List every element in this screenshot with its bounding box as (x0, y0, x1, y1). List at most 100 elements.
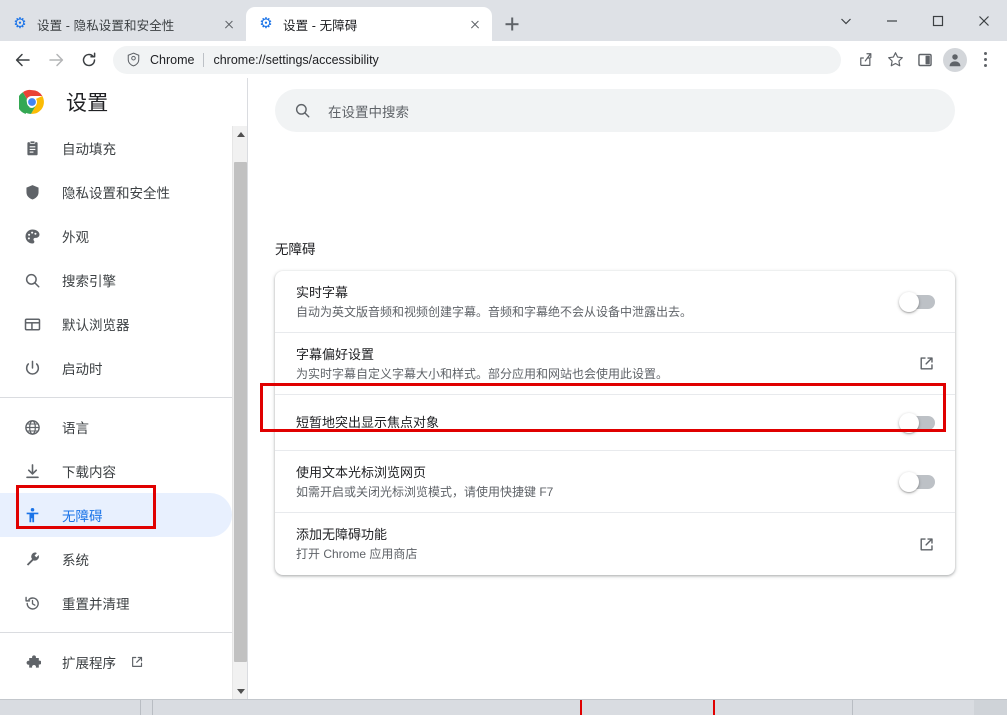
row-text: 短暂地突出显示焦点对象 (296, 402, 885, 443)
sidebar-item-label: 语言 (62, 421, 89, 436)
row-control (899, 471, 935, 492)
setting-row-highlight-focus[interactable]: 短暂地突出显示焦点对象 (275, 395, 955, 451)
star-icon[interactable] (881, 46, 909, 74)
sidebar-scrollbar[interactable] (232, 126, 247, 699)
live-caption-toggle[interactable] (899, 291, 935, 312)
forward-button[interactable] (41, 45, 71, 75)
account-avatar-icon (943, 47, 967, 72)
page-title: 设置 (66, 92, 109, 115)
omnibox-chip-label: Chrome (150, 52, 195, 67)
sidebar-item-appearance[interactable]: 外观 (0, 214, 232, 258)
setting-row-caret-browsing[interactable]: 使用文本光标浏览网页 如需开启或关闭光标浏览模式，请使用快捷键 F7 (275, 451, 955, 513)
tab-close-icon[interactable] (220, 15, 238, 33)
scrollbar-thumb[interactable] (234, 162, 247, 662)
row-title: 使用文本光标浏览网页 (296, 464, 427, 480)
sidebar-item-accessibility[interactable]: 无障碍 (0, 493, 232, 537)
browser-window: ⚙ 设置 - 隐私设置和安全性 ⚙ 设置 - 无障碍 Chrome chrome… (0, 0, 1007, 715)
three-dots-icon (983, 52, 987, 67)
row-control (917, 535, 935, 553)
chrome-logo (17, 89, 45, 115)
sidebar-item-label: 自动填充 (62, 142, 116, 157)
palette-icon (22, 226, 42, 246)
row-title: 实时字幕 (296, 284, 349, 300)
sidebar-item-label: 重置并清理 (62, 597, 130, 612)
row-text: 字幕偏好设置 为实时字幕自定义字幕大小和样式。部分应用和网站也会使用此设置。 (296, 334, 901, 394)
tab-0[interactable]: ⚙ 设置 - 隐私设置和安全性 (0, 7, 246, 41)
tab-strip: ⚙ 设置 - 隐私设置和安全性 ⚙ 设置 - 无障碍 (0, 0, 1007, 41)
row-control (899, 291, 935, 312)
open-in-new-icon[interactable] (917, 355, 935, 373)
search-icon (22, 270, 42, 290)
row-subtitle: 打开 Chrome 应用商店 (296, 547, 418, 561)
toggle-knob (899, 471, 919, 492)
profile-button[interactable] (941, 46, 969, 74)
reload-button[interactable] (74, 45, 104, 75)
back-button[interactable] (8, 45, 38, 75)
row-text: 使用文本光标浏览网页 如需开启或关闭光标浏览模式，请使用快捷键 F7 (296, 452, 885, 512)
search-settings-input[interactable]: 在设置中搜索 (275, 89, 955, 132)
side-panel-icon[interactable] (911, 46, 939, 74)
sidebar-item-search-engine[interactable]: 搜索引擎 (0, 258, 232, 302)
shield-icon (22, 182, 42, 202)
tab-title: 设置 - 隐私设置和安全性 (37, 18, 175, 33)
browser-toolbar: Chrome chrome://settings/accessibility (0, 41, 1007, 78)
open-in-new-icon[interactable] (917, 535, 935, 553)
sidebar-divider-1 (0, 397, 232, 398)
taskbar-tray (974, 700, 1007, 715)
sidebar-item-label: 无障碍 (62, 509, 103, 524)
section-heading: 无障碍 (275, 242, 316, 257)
settings-gear-icon: ⚙ (259, 15, 273, 32)
globe-icon (22, 417, 42, 437)
history-restore-icon (22, 593, 42, 613)
setting-row-caption-preferences[interactable]: 字幕偏好设置 为实时字幕自定义字幕大小和样式。部分应用和网站也会使用此设置。 (275, 333, 955, 395)
search-icon (293, 102, 311, 120)
sidebar-item-system[interactable]: 系统 (0, 537, 232, 581)
maximize-button[interactable] (915, 5, 961, 37)
close-button[interactable] (961, 5, 1007, 37)
setting-row-add-accessibility-features[interactable]: 添加无障碍功能 打开 Chrome 应用商店 (275, 513, 955, 575)
download-icon (22, 461, 42, 481)
toggle-knob (899, 291, 919, 312)
settings-page: 设置 自动填充 隐私设置和安全性 外观 搜索引擎 默认浏览器 启动时 语言 下载… (0, 78, 1007, 699)
new-tab-button[interactable] (498, 10, 526, 38)
caret-browsing-toggle[interactable] (899, 471, 935, 492)
setting-row-live-caption[interactable]: 实时字幕 自动为英文版音频和视频创建字幕。音频和字幕绝不会从设备中泄露出去。 (275, 271, 955, 333)
tab-search-button[interactable] (823, 5, 869, 37)
minimize-button[interactable] (869, 5, 915, 37)
sidebar-item-extensions[interactable]: 扩展程序 (0, 640, 232, 684)
row-title: 短暂地突出显示焦点对象 (296, 415, 440, 430)
sidebar-item-on-startup[interactable]: 启动时 (0, 346, 232, 390)
address-bar[interactable]: Chrome chrome://settings/accessibility (113, 45, 841, 74)
scroll-down-arrow-icon[interactable] (233, 683, 248, 699)
chrome-menu-button[interactable] (971, 46, 999, 74)
sidebar-item-about-chrome[interactable]: 关于 Chrome (0, 684, 232, 699)
row-subtitle: 如需开启或关闭光标浏览模式，请使用快捷键 F7 (296, 484, 554, 499)
sidebar-item-label: 下载内容 (62, 465, 116, 480)
highlight-focus-toggle[interactable] (899, 412, 935, 433)
toggle-knob (899, 412, 919, 433)
sidebar-item-downloads[interactable]: 下载内容 (0, 449, 232, 493)
sidebar-item-default-browser[interactable]: 默认浏览器 (0, 302, 232, 346)
tab-1[interactable]: ⚙ 设置 - 无障碍 (246, 7, 492, 41)
share-icon[interactable] (851, 46, 879, 74)
tab-title: 设置 - 无障碍 (283, 18, 358, 33)
scroll-up-arrow-icon[interactable] (233, 126, 248, 142)
browser-window-icon (22, 314, 42, 334)
omnibox-url: chrome://settings/accessibility (213, 52, 379, 67)
tab-close-icon[interactable] (466, 15, 484, 33)
os-taskbar (0, 699, 1007, 715)
sidebar-item-label: 隐私设置和安全性 (62, 186, 170, 201)
sidebar-item-label: 搜索引擎 (62, 274, 116, 289)
sidebar-item-label: 外观 (62, 230, 89, 245)
sidebar-item-privacy-security[interactable]: 隐私设置和安全性 (0, 170, 232, 214)
row-subtitle: 自动为英文版音频和视频创建字幕。音频和字幕绝不会从设备中泄露出去。 (296, 304, 693, 319)
sidebar-item-languages[interactable]: 语言 (0, 405, 232, 449)
puzzle-piece-icon (22, 652, 42, 672)
sidebar-item-reset-cleanup[interactable]: 重置并清理 (0, 581, 232, 625)
row-title: 字幕偏好设置 (296, 346, 375, 362)
sidebar-item-label: 默认浏览器 (62, 318, 130, 333)
power-icon (22, 358, 42, 378)
sidebar-item-autofill[interactable]: 自动填充 (0, 126, 232, 170)
settings-brand: 设置 (0, 78, 247, 126)
row-control (917, 355, 935, 373)
